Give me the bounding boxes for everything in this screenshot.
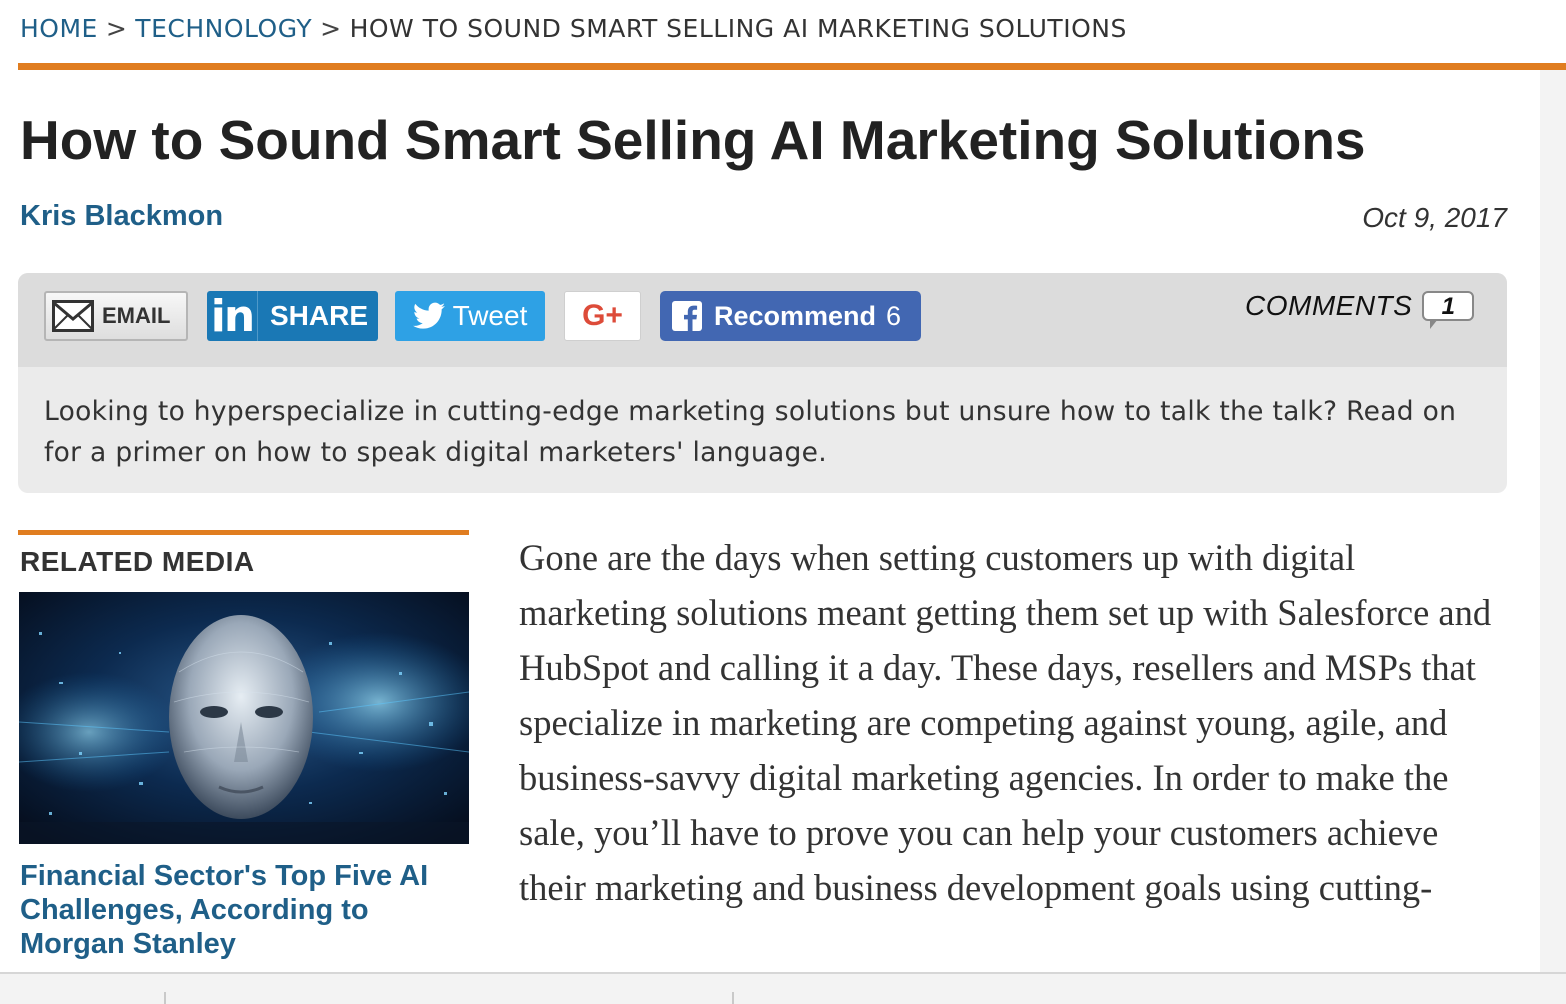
share-and-summary-box: EMAIL in SHARE Tweet G+ Recommend 6 COMM… — [18, 273, 1507, 493]
google-plus-share-button[interactable]: G+ — [564, 291, 641, 341]
breadcrumb-home-link[interactable]: HOME — [20, 14, 98, 43]
facebook-recommend-label: Recommend — [714, 300, 877, 331]
breadcrumb-separator: > — [320, 14, 342, 43]
comment-bubble-icon: 1 — [1422, 291, 1475, 329]
share-toolbar: EMAIL in SHARE Tweet G+ Recommend 6 COMM… — [18, 273, 1507, 367]
envelope-icon — [52, 300, 94, 332]
related-media-divider — [18, 530, 469, 535]
breadcrumb-current-page: HOW TO SOUND SMART SELLING AI MARKETING … — [349, 14, 1127, 43]
email-share-button[interactable]: EMAIL — [44, 291, 188, 341]
facebook-recommend-count: 6 — [886, 300, 902, 331]
author-link[interactable]: Kris Blackmon — [20, 200, 223, 233]
bottom-toolbar — [0, 972, 1566, 1004]
tweet-label: Tweet — [452, 300, 528, 331]
breadcrumb-technology-link[interactable]: TECHNOLOGY — [135, 14, 312, 43]
linkedin-share-label: SHARE — [270, 300, 369, 331]
email-share-label: EMAIL — [102, 303, 171, 328]
breadcrumb: HOME > TECHNOLOGY > HOW TO SOUND SMART SELLI… — [20, 14, 1127, 43]
publish-date: Oct 9, 2017 — [1362, 202, 1507, 233]
related-media-thumbnail[interactable] — [19, 592, 469, 844]
article-body: Gone are the days when setting customers… — [519, 537, 1492, 908]
toolbar-divider — [732, 992, 734, 1004]
facebook-recommend-button[interactable]: Recommend 6 — [660, 291, 921, 341]
linkedin-share-button[interactable]: in SHARE — [207, 291, 378, 342]
article-summary: Looking to hyperspecialize in cutting-ed… — [44, 396, 1457, 468]
linkedin-icon: in — [207, 291, 258, 342]
twitter-bird-icon — [412, 302, 445, 330]
facebook-icon — [672, 301, 702, 331]
tweet-button[interactable]: Tweet — [395, 291, 545, 341]
comments-link[interactable]: COMMENTS 1 — [1245, 290, 1475, 329]
related-media-heading: RELATED MEDIA — [20, 546, 255, 577]
article-title: How to Sound Smart Selling AI Marketing … — [20, 109, 1366, 171]
right-edge-panel — [1540, 70, 1566, 974]
comments-count: 1 — [1441, 293, 1455, 320]
google-plus-icon: G+ — [582, 299, 623, 332]
related-media-title-link[interactable]: Financial Sector's Top Five AI Challenge… — [20, 859, 460, 961]
header-divider — [18, 63, 1566, 70]
comments-label: COMMENTS — [1245, 290, 1413, 321]
toolbar-divider — [164, 992, 166, 1004]
breadcrumb-separator: > — [105, 14, 128, 43]
